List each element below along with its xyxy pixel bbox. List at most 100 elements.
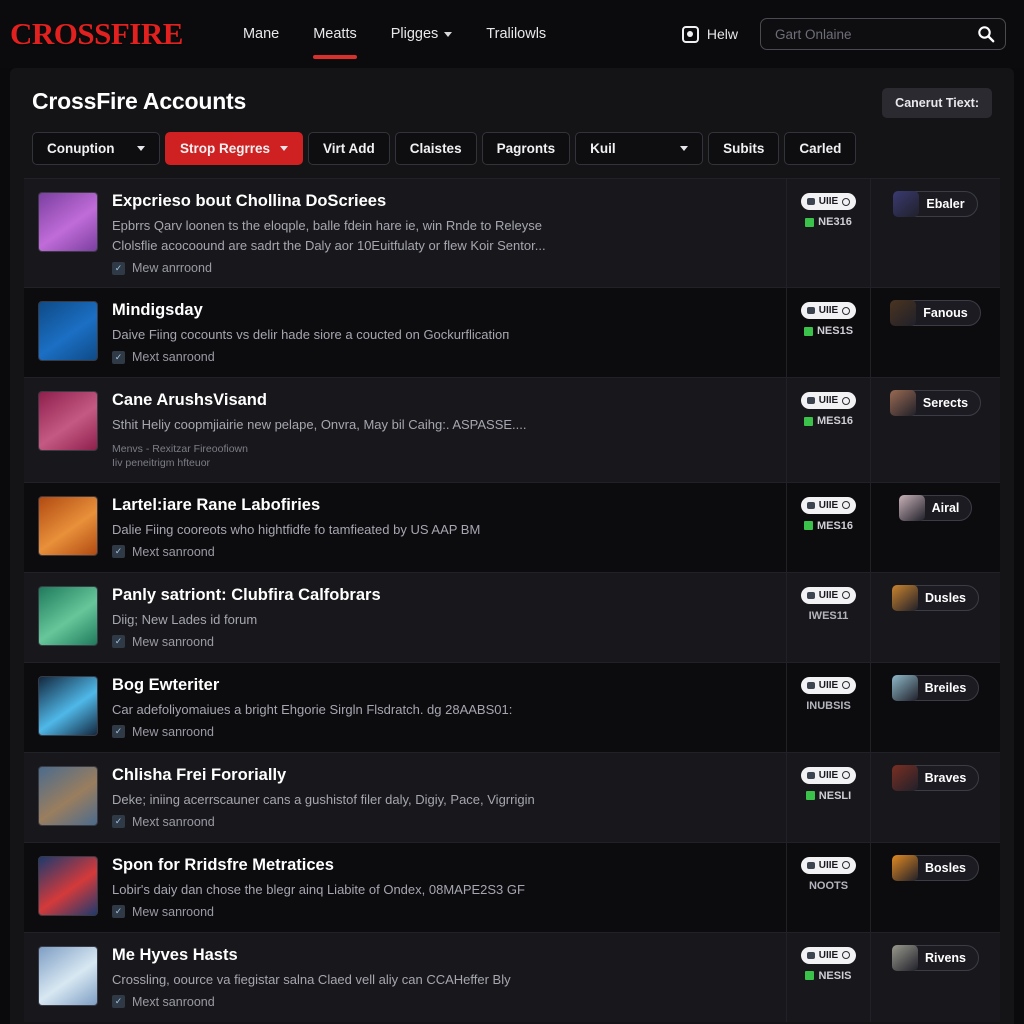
status-text-label: NES1S [816, 325, 854, 338]
account-description: Diig; New Lades id forum [112, 611, 258, 627]
owner-chip[interactable]: Fanous [890, 300, 981, 327]
filter-button-label: Subits [723, 141, 765, 156]
current-text-button[interactable]: Canerut Tiext: [882, 88, 992, 118]
account-text-block: Bog Ewteriter Car adefoliyomaiues a brigh… [112, 676, 774, 740]
account-title[interactable]: Panly satriont: Clubfira Calfobrars [112, 586, 774, 605]
owner-chip[interactable]: Dusles [892, 584, 979, 611]
account-thumbnail[interactable] [38, 855, 98, 916]
filter-button-subits[interactable]: Subits [708, 132, 780, 165]
account-row[interactable]: Chlisha Frei Fororially Deke; iniing acer… [24, 751, 1000, 842]
status-text-label: NOOTS [808, 879, 849, 892]
owner-chip[interactable]: Rivens [892, 944, 979, 971]
status-badge[interactable]: UIIE [800, 302, 857, 320]
owner-chip[interactable]: Serects [889, 390, 982, 417]
status-text-label: NESIS [818, 969, 852, 982]
nav-item-pligges[interactable]: Pligges [391, 0, 453, 68]
owner-chip[interactable]: Braves [891, 764, 980, 791]
header-right-group: Helw [681, 18, 1006, 50]
filter-button-carled[interactable]: Carled [784, 132, 857, 165]
account-row[interactable]: Expcrieso bout Chollina DoScriees Epbrrs … [24, 178, 1000, 288]
site-logo[interactable]: CROSSFIRE [10, 16, 183, 52]
owner-chip[interactable]: Ebaler [893, 191, 978, 217]
status-text: NESLI [805, 790, 851, 802]
status-badge-label: UIIE [818, 196, 839, 207]
filter-button-claistes[interactable]: Claistes [394, 132, 477, 165]
main-nav: Mane Meatts Pligges Tralilowls [243, 0, 546, 68]
search-input[interactable] [775, 26, 977, 42]
owner-chip[interactable]: Bosles [892, 854, 979, 881]
account-thumbnail[interactable] [38, 391, 98, 452]
owner-chip-label: Bosles [925, 860, 966, 875]
account-row[interactable]: Spon for Rridsfre Metratices Lobir's daiy… [24, 841, 1000, 932]
account-title[interactable]: Chlisha Frei Fororially [112, 766, 774, 785]
filter-button-conuption[interactable]: Conuption [32, 132, 160, 165]
account-row[interactable]: Lartel:iare Rane Labofiries Dalie Fiing c… [24, 481, 1000, 572]
account-row[interactable]: Cane ArushsVisand Sthit Heliy coopmjiairi… [24, 377, 1000, 482]
status-badge[interactable]: UIIE [800, 946, 857, 964]
status-badge-label: UIIE [818, 395, 839, 407]
account-description: Car adefoliyomaiues a bright Ehgorie Sir… [112, 701, 513, 717]
account-thumbnail[interactable] [38, 945, 98, 1006]
account-title[interactable]: Lartel:iare Rane Labofiries [112, 496, 774, 515]
account-thumbnail[interactable] [38, 585, 98, 646]
help-link[interactable]: Helw [681, 25, 738, 43]
filter-button-kuil[interactable]: Kuil [575, 132, 704, 165]
account-meta-label: Mext sanroond [132, 994, 215, 1009]
owner-chip[interactable]: Airal [898, 494, 973, 521]
avatar [891, 764, 918, 791]
nav-item-mane[interactable]: Mane [243, 0, 279, 68]
search-box[interactable] [760, 18, 1006, 50]
filter-button-virt-add[interactable]: Virt Add [308, 132, 390, 165]
search-icon[interactable] [977, 25, 995, 43]
account-meta: ✓ Mext sanroond [112, 995, 774, 1009]
circle-icon [842, 501, 851, 510]
nav-item-meatts[interactable]: Meatts [313, 0, 357, 68]
owner-chip[interactable]: Breiles [891, 674, 980, 701]
status-badge[interactable]: UIIE [800, 586, 857, 604]
status-badge[interactable]: UIIE [800, 193, 857, 210]
account-text-block: Spon for Rridsfre Metratices Lobir's daiy… [112, 856, 774, 920]
nav-item-tralilowls[interactable]: Tralilowls [486, 0, 546, 68]
account-title[interactable]: Spon for Rridsfre Metratices [112, 856, 774, 875]
account-meta-label: Mew sanroond [132, 724, 214, 739]
account-subtext-1: Menvs - Rexitzar Fireoofiown [112, 443, 248, 456]
account-thumbnail[interactable] [38, 675, 98, 736]
account-row-main: Bog Ewteriter Car adefoliyomaiues a brigh… [24, 663, 786, 752]
help-label: Helw [706, 26, 738, 42]
account-thumbnail[interactable] [38, 192, 98, 252]
account-thumbnail[interactable] [38, 765, 98, 826]
account-meta: ✓ Mext sanroond [112, 350, 774, 364]
nav-item-label: Mane [242, 26, 280, 42]
status-badge[interactable]: UIIE [800, 392, 857, 410]
account-thumbnail[interactable] [38, 495, 98, 556]
checkbox-icon: ✓ [112, 905, 125, 919]
account-title[interactable]: Expcrieso bout Chollina DoScriees [112, 192, 774, 211]
account-title[interactable]: Mindigsday [112, 301, 774, 320]
account-thumbnail[interactable] [38, 301, 98, 362]
status-badge[interactable]: UIIE [800, 676, 857, 694]
filter-button-label: Carled [799, 141, 842, 156]
page-title: CrossFire Accounts [32, 88, 247, 114]
owner-chip-label: Airal [931, 500, 960, 515]
filter-button-strop-regrres[interactable]: Strop Regrres [165, 132, 304, 165]
account-title[interactable]: Cane ArushsVisand [112, 391, 774, 410]
account-title[interactable]: Me Hyves Hasts [112, 946, 774, 965]
owner-column: Bosles [870, 842, 1000, 932]
filter-button-label: Conuption [47, 141, 115, 156]
account-row[interactable]: Bog Ewteriter Car adefoliyomaiues a brigh… [24, 661, 1000, 752]
account-row-main: Panly satriont: Clubfira Calfobrars Diig;… [24, 573, 786, 662]
online-indicator-icon [803, 326, 813, 336]
owner-chip-label: Serects [922, 396, 969, 411]
status-badge[interactable]: UIIE [800, 766, 857, 784]
status-column: UIIE IWES11 [786, 572, 870, 662]
filter-button-pagronts[interactable]: Pagronts [481, 132, 571, 165]
account-row[interactable]: Me Hyves Hasts Crossling, oource va fiegi… [24, 931, 1000, 1022]
status-badge[interactable]: UIIE [800, 856, 857, 874]
status-badge[interactable]: UIIE [800, 496, 857, 514]
account-title[interactable]: Bog Ewteriter [112, 676, 774, 695]
account-row[interactable]: Panly satriont: Clubfira Calfobrars Diig;… [24, 571, 1000, 662]
status-badge-label: UIIE [818, 949, 839, 961]
status-column: UIIE NOOTS [786, 842, 870, 932]
account-text-block: Panly satriont: Clubfira Calfobrars Diig;… [112, 586, 774, 650]
account-row[interactable]: Mindigsday Daive Fiing cocounts vs delir … [24, 287, 1000, 378]
